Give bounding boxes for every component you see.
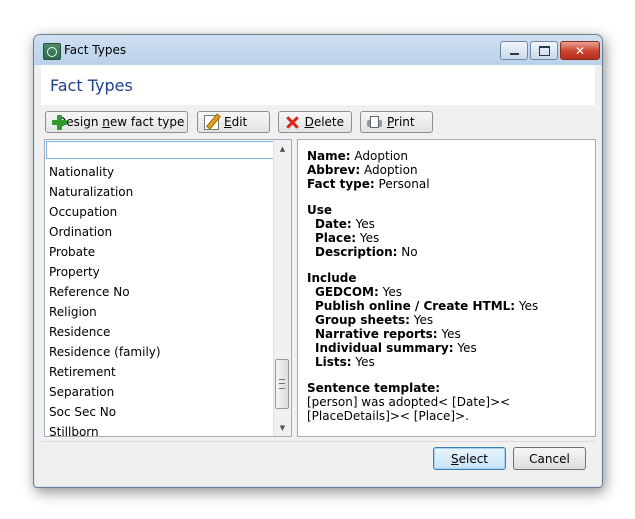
print-icon <box>367 115 382 130</box>
close-icon: ✕ <box>574 43 586 58</box>
detail-date: Date: Yes <box>315 217 375 231</box>
title-bar[interactable]: Fact Types ✕ <box>34 35 602 65</box>
delete-label: Delete <box>304 115 344 129</box>
app-icon <box>43 43 61 60</box>
list-item[interactable]: Residence (family) <box>45 342 277 362</box>
list-item[interactable]: Religion <box>45 302 277 322</box>
detail-individual-summary: Individual summary: Yes <box>315 341 477 355</box>
detail-name: Name: Adoption <box>307 149 408 163</box>
detail-publish-online: Publish online / Create HTML: Yes <box>315 299 539 313</box>
select-button[interactable]: Select <box>433 447 506 470</box>
fact-types-window: Fact Types ✕ Fact Types Design new fact … <box>33 34 603 488</box>
page-title: Fact Types <box>50 76 133 95</box>
sentence-template-value: [person] was adopted< [Date]>< [PlaceDet… <box>307 395 511 423</box>
fact-type-details: Name: Adoption Abbrev: Adoption Fact typ… <box>297 139 596 437</box>
chevron-up-icon: ▲ <box>279 144 286 153</box>
detail-group-sheets: Group sheets: Yes <box>315 313 434 327</box>
design-new-fact-type-button[interactable]: Design new fact type <box>45 111 188 133</box>
detail-abbrev: Abbrev: Adoption <box>307 163 418 177</box>
fact-type-list[interactable]: Nationality Naturalization Occupation Or… <box>44 139 292 437</box>
window-title: Fact Types <box>64 43 127 57</box>
footer-divider <box>41 441 595 442</box>
maximize-button[interactable] <box>530 41 558 60</box>
scroll-thumb[interactable] <box>275 359 289 409</box>
edit-button[interactable]: Edit <box>197 111 270 133</box>
detail-gedcom: GEDCOM: Yes <box>315 285 402 299</box>
list-item[interactable]: Probate <box>45 242 277 262</box>
edit-label: Edit <box>224 115 248 129</box>
grip-icon <box>279 379 285 389</box>
print-label: Print <box>387 115 415 129</box>
list-item[interactable]: Ordination <box>45 222 277 242</box>
close-button[interactable]: ✕ <box>560 41 600 60</box>
maximize-icon <box>538 45 550 56</box>
minimize-icon <box>509 52 519 55</box>
design-new-label: Design new fact type <box>57 115 185 129</box>
list-item[interactable]: Reference No <box>45 282 277 302</box>
include-heading: Include <box>307 271 357 285</box>
detail-lists: Lists: Yes <box>315 355 375 369</box>
fact-type-search-input[interactable] <box>46 141 274 159</box>
fact-type-items: Nationality Naturalization Occupation Or… <box>45 162 277 436</box>
detail-description: Description: No <box>315 245 418 259</box>
detail-place: Place: Yes <box>315 231 380 245</box>
list-item[interactable]: Property <box>45 262 277 282</box>
list-item[interactable]: Naturalization <box>45 182 277 202</box>
list-scrollbar[interactable]: ▲ ▼ <box>273 140 291 436</box>
cancel-button[interactable]: Cancel <box>513 447 586 470</box>
select-label: Select <box>450 451 489 466</box>
list-item[interactable]: Occupation <box>45 202 277 222</box>
list-item[interactable]: Separation <box>45 382 277 402</box>
list-item[interactable]: Retirement <box>45 362 277 382</box>
chevron-down-icon: ▼ <box>279 423 286 432</box>
list-item[interactable]: Stillborn <box>45 422 277 436</box>
sentence-template-heading: Sentence template: <box>307 381 441 395</box>
edit-icon <box>204 114 219 130</box>
list-item[interactable]: Soc Sec No <box>45 402 277 422</box>
minimize-button[interactable] <box>500 41 528 60</box>
use-heading: Use <box>307 203 333 217</box>
delete-icon <box>285 115 300 130</box>
toolbar: Design new fact type Edit Delete Print <box>45 110 591 136</box>
list-item[interactable]: Nationality <box>45 162 277 182</box>
detail-narrative-reports: Narrative reports: Yes <box>315 327 461 341</box>
header-band: Fact Types <box>41 65 595 105</box>
delete-button[interactable]: Delete <box>278 111 352 133</box>
dialog-client: Fact Types Design new fact type Edit Del… <box>41 65 596 480</box>
print-button[interactable]: Print <box>360 111 433 133</box>
scroll-down-button[interactable]: ▼ <box>274 419 291 436</box>
detail-fact-type: Fact type: Personal <box>307 177 430 191</box>
scroll-up-button[interactable]: ▲ <box>274 140 291 157</box>
list-item[interactable]: Residence <box>45 322 277 342</box>
